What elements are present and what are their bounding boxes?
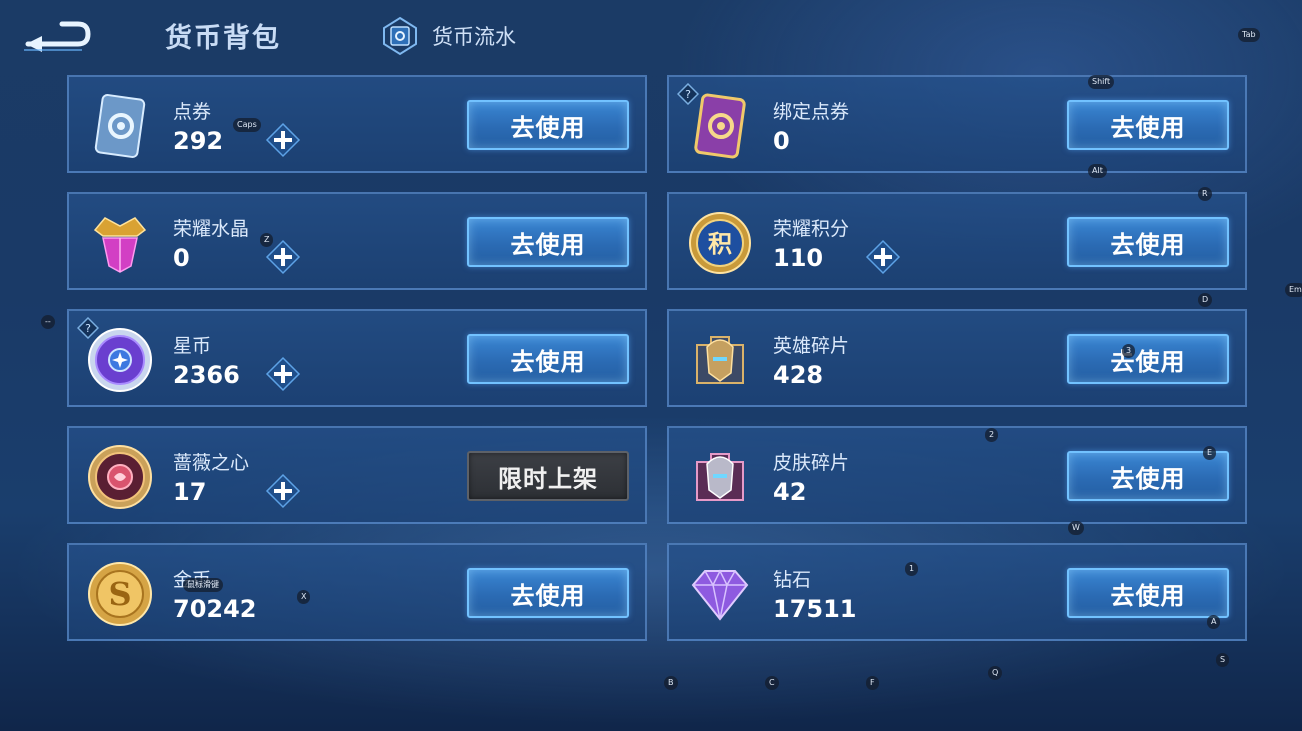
back-arrow-icon[interactable] xyxy=(22,14,94,54)
svg-text:S: S xyxy=(108,575,131,613)
key-hint: C xyxy=(765,676,779,690)
use-glory-crystal-button[interactable]: 去使用 xyxy=(467,217,629,267)
svg-text:积: 积 xyxy=(708,230,732,258)
use-voucher-button[interactable]: 去使用 xyxy=(467,100,629,150)
currency-amount: 428 xyxy=(773,361,824,389)
key-hint: R xyxy=(1198,187,1212,201)
key-hint: S xyxy=(1216,653,1230,667)
currency-card-gold-coin: S 金币 70242 去使用 xyxy=(67,543,647,641)
currency-card-rose-heart: 蔷薇之心 17 限时上架 xyxy=(67,426,647,524)
use-star-coin-button[interactable]: 去使用 xyxy=(467,334,629,384)
currency-card-glory-crystal: 荣耀水晶 0 去使用 xyxy=(67,192,647,290)
key-hint: 鼠标滑键 xyxy=(183,578,223,592)
currency-name: 钻石 xyxy=(773,569,812,591)
currency-amount: 70242 xyxy=(173,595,257,623)
currency-amount: 2366 xyxy=(173,361,240,389)
currency-amount: 42 xyxy=(773,478,807,506)
currency-name: 英雄碎片 xyxy=(773,335,850,357)
key-hint: 1 xyxy=(905,562,919,576)
currency-card-skin-fragment: 皮肤碎片 42 去使用 xyxy=(667,426,1247,524)
currency-amount: 0 xyxy=(773,127,790,155)
hero-fragment-icon xyxy=(696,336,744,384)
currency-card-glory-points: 积 荣耀积分 110 去使用 xyxy=(667,192,1247,290)
currency-name: 荣耀积分 xyxy=(773,218,850,240)
use-glory-points-button[interactable]: 去使用 xyxy=(1067,217,1229,267)
top-bar: 货币背包 货币流水 xyxy=(0,0,1302,70)
ledger-label: 货币流水 xyxy=(432,25,516,49)
key-hint: W xyxy=(1068,521,1084,535)
key-hint: B xyxy=(664,676,678,690)
currency-name: 点券 xyxy=(173,101,212,123)
currency-name: 荣耀水晶 xyxy=(173,218,250,240)
key-hint: Shift xyxy=(1088,75,1115,89)
currency-card-diamond: 钻石 17511 去使用 xyxy=(667,543,1247,641)
currency-amount: 292 xyxy=(173,127,224,155)
key-hint: D xyxy=(1198,293,1213,307)
currency-amount: 110 xyxy=(773,244,824,272)
key-hint: Em xyxy=(1285,283,1302,297)
add-voucher-icon[interactable] xyxy=(265,122,301,158)
glory-crystal-icon xyxy=(93,217,147,273)
star-coin-icon xyxy=(88,328,152,392)
use-hero-fragment-button[interactable]: 去使用 xyxy=(1067,334,1229,384)
key-hint: Caps xyxy=(233,118,261,132)
currency-card-hero-fragment: 英雄碎片 428 去使用 xyxy=(667,309,1247,407)
glory-points-icon: 积 xyxy=(689,212,751,274)
key-hint: Tab xyxy=(1238,28,1260,42)
limited-release-button[interactable]: 限时上架 xyxy=(467,451,629,501)
key-hint: -- xyxy=(41,315,55,329)
use-bound-voucher-button[interactable]: 去使用 xyxy=(1067,100,1229,150)
currency-name: 皮肤碎片 xyxy=(773,452,850,474)
currency-card-bound-voucher: ? 绑定点券 0 去使用 xyxy=(667,75,1247,173)
bound-voucher-card-icon xyxy=(694,93,746,159)
add-rose-heart-icon[interactable] xyxy=(265,473,301,509)
currency-name: 蔷薇之心 xyxy=(173,452,250,474)
currency-amount: 17 xyxy=(173,478,207,506)
currency-amount: 17511 xyxy=(773,595,857,623)
key-hint: E xyxy=(1203,446,1217,460)
diamond-icon xyxy=(691,569,749,621)
add-star-coin-icon[interactable] xyxy=(265,356,301,392)
skin-fragment-icon xyxy=(696,453,744,501)
key-hint: Q xyxy=(988,666,1003,680)
currency-amount: 0 xyxy=(173,244,190,272)
key-hint: F xyxy=(866,676,879,690)
key-hint: 2 xyxy=(985,428,999,442)
rose-heart-icon xyxy=(88,445,152,509)
page-title: 货币背包 xyxy=(165,23,281,54)
ledger-icon xyxy=(383,16,417,56)
currency-card-star-coin: ? 星币 2366 去使用 xyxy=(67,309,647,407)
voucher-card-icon xyxy=(94,94,146,158)
currency-name: 星币 xyxy=(173,335,212,357)
key-hint: 3 xyxy=(1122,344,1136,358)
add-glory-points-icon[interactable] xyxy=(865,239,901,275)
currency-ledger-link[interactable]: 货币流水 xyxy=(380,14,516,58)
currency-name: 绑定点券 xyxy=(773,101,850,123)
use-gold-coin-button[interactable]: 去使用 xyxy=(467,568,629,618)
use-diamond-button[interactable]: 去使用 xyxy=(1067,568,1229,618)
gold-coin-icon: S xyxy=(88,562,152,626)
currency-card-voucher: 点券 292 去使用 xyxy=(67,75,647,173)
key-hint: Alt xyxy=(1088,164,1107,178)
